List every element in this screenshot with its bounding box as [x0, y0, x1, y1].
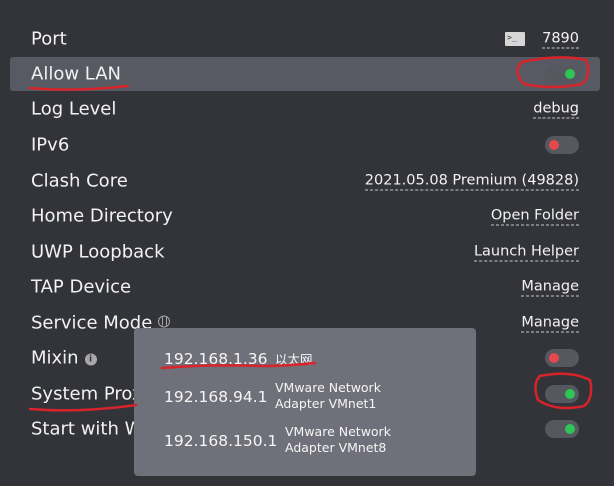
allow-lan-label: Allow LAN — [31, 63, 121, 85]
tap-device-manage-link[interactable]: Manage — [521, 278, 579, 297]
allow-lan-toggle[interactable] — [545, 65, 579, 83]
uwp-loopback-label: UWP Loopback — [31, 241, 165, 263]
terminal-glyph: >_ — [507, 33, 517, 42]
start-with-windows-label: Start with W — [31, 418, 143, 440]
port-label: Port — [31, 28, 67, 50]
ip-address: 192.168.1.36 — [164, 350, 268, 368]
ip-address-popup: 192.168.1.36 以太网 192.168.94.1 VMware Net… — [134, 328, 476, 476]
toggle-knob — [549, 353, 559, 363]
adapter-line-2: Adapter VMnet1 — [275, 396, 377, 411]
setting-row-allow-lan[interactable]: Allow LAN — [10, 57, 600, 91]
setting-row-uwp-loopback: UWP Loopback Launch Helper — [10, 235, 600, 269]
start-with-windows-toggle[interactable] — [545, 420, 579, 438]
port-value[interactable]: 7890 — [542, 30, 579, 49]
setting-row-clash-core: Clash Core 2021.05.08 Premium (49828) — [10, 164, 600, 198]
log-level-value[interactable]: debug — [533, 100, 579, 119]
setting-row-ipv6: IPv6 — [10, 128, 600, 162]
setting-row-port: Port >_ 7890 — [10, 22, 600, 56]
toggle-knob — [549, 140, 559, 150]
clash-core-label: Clash Core — [31, 170, 128, 192]
ip-address: 192.168.94.1 — [164, 388, 268, 406]
launch-helper-link[interactable]: Launch Helper — [473, 243, 579, 262]
toggle-knob — [565, 69, 575, 79]
log-level-label: Log Level — [31, 98, 117, 120]
ipv6-toggle[interactable] — [545, 136, 579, 154]
adapter-line-1: VMware Network — [275, 380, 381, 395]
home-directory-label: Home Directory — [31, 205, 173, 227]
open-folder-link[interactable]: Open Folder — [490, 207, 579, 226]
adapter-line-1: VMware Network — [285, 424, 391, 439]
setting-row-tap-device: TAP Device Manage — [10, 270, 600, 304]
setting-row-home-directory: Home Directory Open Folder — [10, 199, 600, 233]
toggle-knob — [565, 424, 575, 434]
ipv6-label: IPv6 — [31, 134, 70, 156]
adapter-name: 以太网 — [275, 352, 313, 367]
adapter-line-2: Adapter VMnet8 — [285, 440, 387, 455]
adapter-name: VMware Network Adapter VMnet8 — [285, 424, 425, 456]
service-mode-manage-link[interactable]: Manage — [521, 314, 579, 333]
adapter-name: VMware Network Adapter VMnet1 — [275, 380, 415, 412]
ip-address: 192.168.150.1 — [164, 432, 278, 450]
mixin-toggle[interactable] — [545, 349, 579, 367]
mixin-label-wrap: Mixin i — [31, 348, 97, 369]
tap-device-label: TAP Device — [31, 276, 132, 298]
system-proxy-label: System Prox — [31, 383, 143, 405]
info-icon[interactable]: i — [84, 353, 97, 366]
clash-core-value[interactable]: 2021.05.08 Premium (49828) — [364, 172, 579, 191]
terminal-icon[interactable]: >_ — [505, 32, 525, 46]
setting-row-log-level: Log Level debug — [10, 92, 600, 126]
toggle-knob — [565, 389, 575, 399]
globe-icon — [158, 315, 171, 328]
system-proxy-toggle[interactable] — [545, 385, 579, 403]
mixin-label: Mixin — [31, 347, 79, 369]
